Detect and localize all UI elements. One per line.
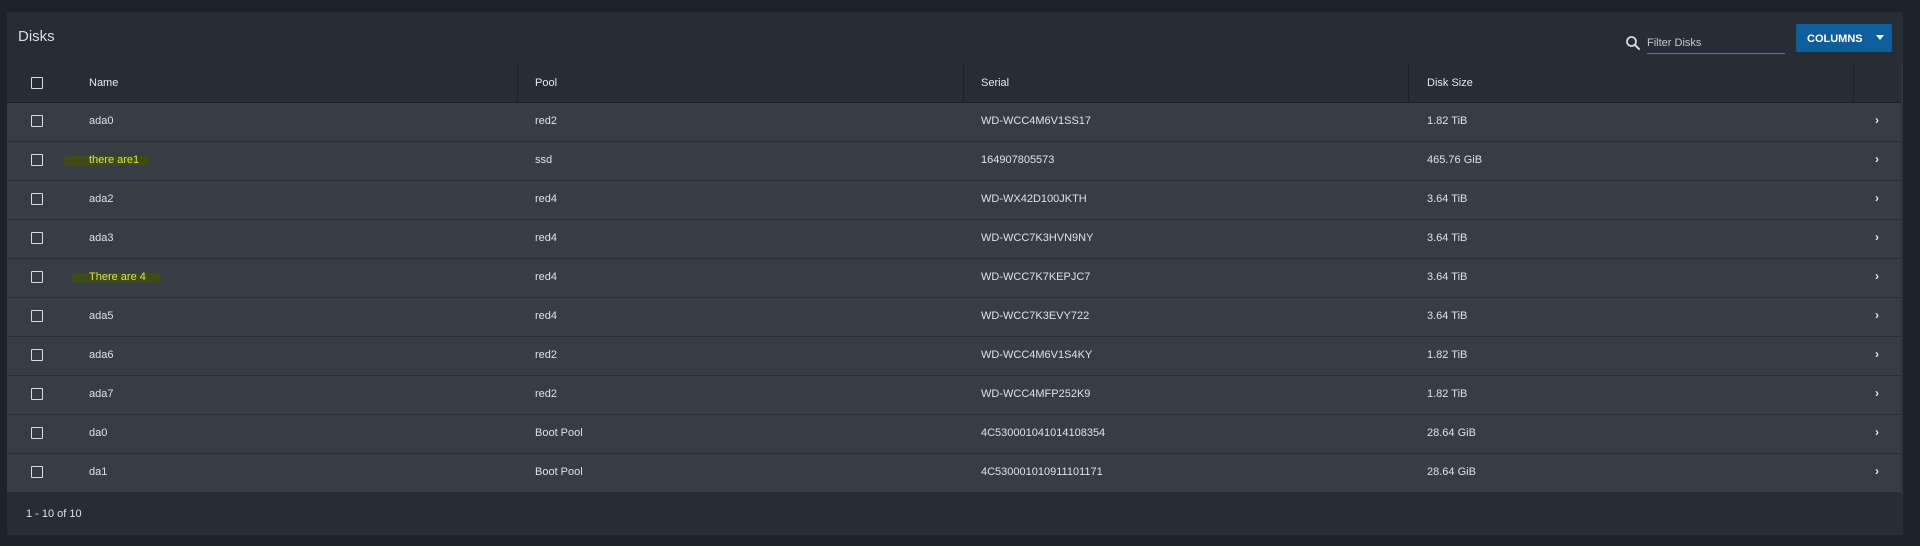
- card-header: Disks COLUMNS: [7, 12, 1903, 64]
- chevron-right-icon[interactable]: ›: [1875, 308, 1879, 322]
- disk-pool: red2: [535, 349, 558, 361]
- column-header-disk-size[interactable]: Disk Size: [1427, 77, 1473, 89]
- select-all-checkbox[interactable]: [31, 77, 43, 89]
- disks-card: Disks COLUMNS Name Pool Serial Disk Size: [7, 12, 1903, 535]
- disk-pool: Boot Pool: [535, 427, 583, 439]
- table-row[interactable]: da1 Boot Pool 4C530001010911101171 28.64…: [7, 454, 1903, 493]
- column-divider: [1853, 64, 1854, 102]
- disk-size: 3.64 TiB: [1427, 271, 1468, 283]
- disk-name: ada2: [89, 193, 114, 205]
- disk-size: 3.64 TiB: [1427, 232, 1468, 244]
- columns-button[interactable]: COLUMNS: [1796, 24, 1892, 52]
- table-body: ada0 red2 WD-WCC4M6V1SS17 1.82 TiB › the…: [7, 103, 1903, 493]
- disk-serial: WD-WCC4MFP252K9: [981, 388, 1091, 400]
- page-title: Disks: [18, 28, 55, 45]
- search-box: [1615, 29, 1787, 59]
- table-footer: 1 - 10 of 10: [7, 494, 1903, 535]
- column-header-pool[interactable]: Pool: [535, 77, 557, 89]
- disk-serial: WD-WCC4M6V1SS17: [981, 115, 1092, 127]
- disk-serial: WD-WCC7K7KEPJC7: [981, 271, 1091, 283]
- chevron-right-icon[interactable]: ›: [1875, 152, 1879, 166]
- row-checkbox[interactable]: [31, 232, 43, 244]
- disk-name: ada5: [89, 310, 114, 322]
- disk-size: 1.82 TiB: [1427, 349, 1468, 361]
- disk-serial: WD-WCC7K3EVY722: [981, 310, 1090, 322]
- scrollbar[interactable]: [1901, 64, 1903, 494]
- table-row[interactable]: ada5 red4 WD-WCC7K3EVY722 3.64 TiB ›: [7, 298, 1903, 337]
- disk-pool: red2: [535, 388, 558, 400]
- chevron-right-icon[interactable]: ›: [1875, 230, 1879, 244]
- table-row[interactable]: ada0 red2 WD-WCC4M6V1SS17 1.82 TiB ›: [7, 103, 1903, 142]
- table-row[interactable]: da0 Boot Pool 4C530001041014108354 28.64…: [7, 415, 1903, 454]
- disk-size: 465.76 GiB: [1427, 154, 1483, 166]
- disk-name: ada0: [89, 115, 114, 127]
- column-divider: [517, 64, 518, 102]
- column-divider: [963, 64, 964, 102]
- disk-pool: red4: [535, 232, 558, 244]
- table-row[interactable]: ada2 red4 WD-WX42D100JKTH 3.64 TiB ›: [7, 181, 1903, 220]
- chevron-right-icon[interactable]: ›: [1875, 269, 1879, 283]
- row-checkbox[interactable]: [31, 193, 43, 205]
- chevron-right-icon[interactable]: ›: [1875, 191, 1879, 205]
- disk-pool: red4: [535, 193, 558, 205]
- disk-size: 28.64 GiB: [1427, 427, 1476, 439]
- row-checkbox[interactable]: [31, 115, 43, 127]
- row-checkbox[interactable]: [31, 349, 43, 361]
- disk-pool: Boot Pool: [535, 466, 583, 478]
- disk-serial: WD-WCC4M6V1S4KY: [981, 349, 1093, 361]
- chevron-right-icon[interactable]: ›: [1875, 347, 1879, 361]
- disk-size: 28.64 GiB: [1427, 466, 1476, 478]
- columns-button-label: COLUMNS: [1807, 33, 1863, 45]
- disk-pool: ssd: [535, 154, 553, 166]
- disk-serial: WD-WCC7K3HVN9NY: [981, 232, 1094, 244]
- disk-size: 3.64 TiB: [1427, 310, 1468, 322]
- row-checkbox[interactable]: [31, 466, 43, 478]
- chevron-right-icon[interactable]: ›: [1875, 386, 1879, 400]
- search-input[interactable]: [1647, 33, 1785, 54]
- table-row[interactable]: ada7 red2 WD-WCC4MFP252K9 1.82 TiB ›: [7, 376, 1903, 415]
- chevron-right-icon[interactable]: ›: [1875, 113, 1879, 127]
- table-row[interactable]: ada3 red4 WD-WCC7K3HVN9NY 3.64 TiB ›: [7, 220, 1903, 259]
- disk-pool: red2: [535, 115, 558, 127]
- row-checkbox[interactable]: [31, 154, 43, 166]
- disk-pool: red4: [535, 271, 558, 283]
- table-header: Name Pool Serial Disk Size: [7, 64, 1903, 103]
- pagination-range: 1 - 10 of 10: [26, 508, 82, 520]
- chevron-right-icon[interactable]: ›: [1875, 425, 1879, 439]
- disk-name: ada7: [89, 388, 114, 400]
- chevron-right-icon[interactable]: ›: [1875, 464, 1879, 478]
- row-checkbox[interactable]: [31, 310, 43, 322]
- disk-size: 1.82 TiB: [1427, 388, 1468, 400]
- column-header-name[interactable]: Name: [89, 77, 118, 89]
- column-divider: [1408, 64, 1409, 102]
- column-header-serial[interactable]: Serial: [981, 77, 1009, 89]
- disk-serial: WD-WX42D100JKTH: [981, 193, 1087, 205]
- disk-serial: 4C530001010911101171: [981, 466, 1103, 478]
- row-checkbox[interactable]: [31, 271, 43, 283]
- disk-name: ada3: [89, 232, 114, 244]
- disk-name: da0: [89, 427, 108, 439]
- disk-name: da1: [89, 466, 108, 478]
- disk-serial: 4C530001041014108354: [981, 427, 1106, 439]
- table-row[interactable]: ada6 red2 WD-WCC4M6V1S4KY 1.82 TiB ›: [7, 337, 1903, 376]
- table-row[interactable]: there are1 ssd 164907805573 465.76 GiB ›: [7, 142, 1903, 181]
- row-checkbox[interactable]: [31, 427, 43, 439]
- caret-down-icon: [1876, 35, 1884, 40]
- disk-pool: red4: [535, 310, 558, 322]
- disk-name: There are 4: [89, 271, 146, 283]
- disk-size: 1.82 TiB: [1427, 115, 1468, 127]
- search-icon[interactable]: [1625, 35, 1641, 51]
- row-checkbox[interactable]: [31, 388, 43, 400]
- table-row[interactable]: There are 4 red4 WD-WCC7K7KEPJC7 3.64 Ti…: [7, 259, 1903, 298]
- disk-name: there are1: [89, 154, 140, 166]
- disk-serial: 164907805573: [981, 154, 1055, 166]
- disk-size: 3.64 TiB: [1427, 193, 1468, 205]
- disk-name: ada6: [89, 349, 114, 361]
